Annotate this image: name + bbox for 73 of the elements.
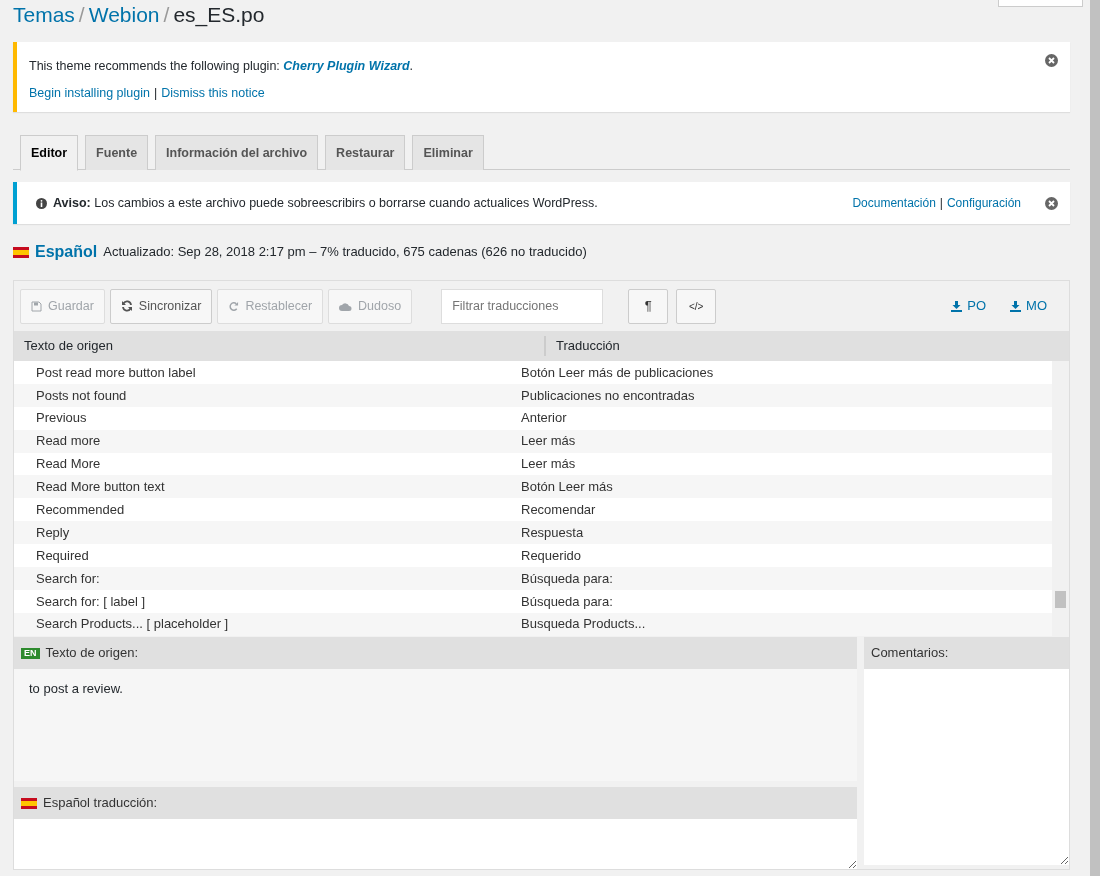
download-link[interactable]: MO	[1010, 296, 1047, 316]
language-badge: EN	[21, 647, 40, 659]
tab[interactable]: Restaurar	[325, 135, 406, 170]
table-cell-text: Anterior	[521, 409, 567, 428]
table-cell-text: Respuesta	[521, 523, 584, 542]
source-text: to post a review.	[14, 669, 857, 781]
page-title: es_ES.po	[173, 3, 265, 26]
spain-flag-icon	[13, 246, 29, 258]
toggle-button[interactable]: ¶	[628, 288, 669, 324]
undo-icon	[228, 300, 240, 312]
table-cell-text: Leer más	[521, 455, 576, 474]
translation-status: Actualizado: Sep 28, 2018 2:17 pm – 7% traducido, 675 cadenas (626 no traducido)	[103, 243, 587, 262]
download-link[interactable]: PO	[951, 296, 987, 316]
info-icon	[36, 197, 47, 209]
column-header[interactable]: Traducción	[544, 336, 620, 356]
language-link[interactable]: Español	[35, 240, 98, 264]
dismiss-icon[interactable]	[1045, 196, 1058, 210]
table-cell-text: Busqueda Products...	[521, 615, 646, 634]
panel-title: Comentarios:	[871, 644, 949, 663]
separator: /	[78, 3, 85, 26]
notice-link[interactable]: Dismiss this notice	[161, 85, 265, 100]
table-cell-text: Read More	[35, 455, 102, 474]
table-cell-text: Leer más	[521, 432, 576, 451]
separator: /	[163, 3, 170, 26]
help-link[interactable]: Configuración	[946, 196, 1021, 210]
table-cell-text: Reply	[35, 523, 71, 542]
column-header[interactable]: Texto de origen	[14, 336, 544, 356]
refresh-icon	[120, 300, 133, 312]
comments-field[interactable]	[864, 669, 1069, 865]
panel-title: Español traducción:	[43, 794, 158, 813]
table-cell-text: Previous	[35, 409, 88, 428]
notice-link[interactable]: Begin installing plugin	[29, 85, 150, 100]
table-cell-text: Post read more button label	[35, 363, 197, 382]
notice-text: This theme recommends the following plugin: Cherry Plugin Wizard.	[29, 58, 414, 75]
table-cell-text: Required	[35, 546, 90, 565]
table-cell-text: Requerido	[521, 546, 581, 565]
table-cell-text: Botón Leer más	[521, 478, 613, 497]
tab[interactable]: Eliminar	[412, 135, 484, 170]
warning-text: Aviso: Los cambios a este archivo puede sobreescribirs o borrarse cuando actualices WordPress.	[53, 194, 598, 212]
table-cell-text: Read more	[35, 432, 102, 451]
scrollbar-thumb[interactable]	[1055, 591, 1066, 608]
toggle-button[interactable]: </>	[676, 288, 717, 324]
separator: |	[153, 85, 158, 100]
filter-field[interactable]: Filtrar traducciones	[441, 288, 604, 324]
table-cell-text: Posts not found	[35, 386, 128, 405]
tab[interactable]: Editor	[20, 135, 79, 171]
sync-button[interactable]: Sincronizar	[109, 288, 213, 324]
table-cell-text: Read More button text	[35, 478, 166, 497]
translation-field[interactable]	[14, 819, 857, 869]
breadcrumb-link[interactable]: Temas	[13, 3, 75, 26]
tab[interactable]: Fuente	[85, 135, 149, 170]
table-cell-text: Recommended	[35, 501, 126, 520]
plugin-link[interactable]: Cherry Plugin Wizard	[283, 59, 410, 73]
table-cell-text: Búsqueda para:	[521, 569, 613, 588]
page-scrollbar[interactable]	[1090, 0, 1100, 876]
table-cell-text: Botón Leer más de publicaciones	[521, 363, 714, 382]
table-scrollbar[interactable]	[1052, 361, 1069, 629]
table-cell-text: Search for: [ label ]	[35, 592, 147, 611]
download-icon	[951, 300, 963, 312]
tab[interactable]: Información del archivo	[155, 135, 319, 170]
panel-title: Texto de origen:	[45, 644, 139, 663]
dismiss-icon[interactable]	[1045, 54, 1058, 67]
table-cell-text: Search Products... [ placeholder ]	[35, 615, 230, 634]
help-link[interactable]: Documentación	[852, 196, 936, 210]
separator: |	[939, 196, 943, 210]
cloud-icon	[339, 301, 353, 311]
breadcrumb-link[interactable]: Webion	[88, 3, 160, 26]
spain-flag-icon	[21, 797, 37, 809]
table-cell-text: Búsqueda para:	[521, 592, 613, 611]
table-cell-text: Publicaciones no encontradas	[521, 386, 695, 405]
download-icon	[1010, 300, 1022, 312]
table-cell-text: Recomendar	[521, 501, 596, 520]
table-cell-text: Search for:	[35, 569, 101, 588]
